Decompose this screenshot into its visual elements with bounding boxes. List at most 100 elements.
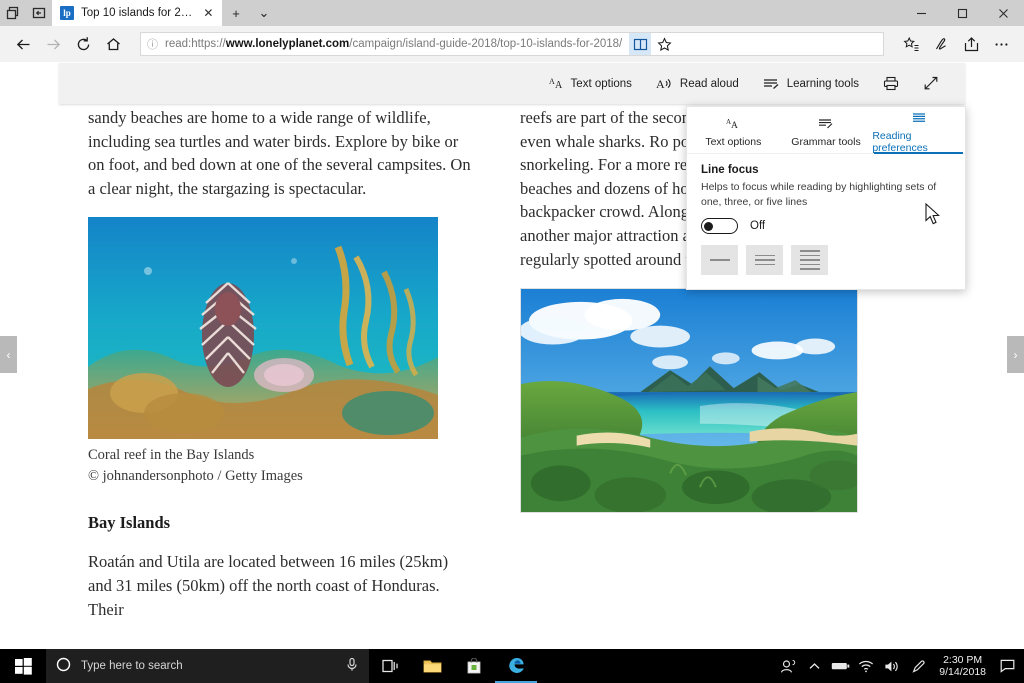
print-icon	[883, 76, 899, 91]
browser-actions	[890, 29, 1016, 59]
mouse-cursor	[925, 202, 942, 231]
read-aloud-label: Read aloud	[679, 77, 739, 90]
file-explorer-icon[interactable]	[411, 649, 453, 683]
flyout-tab-label: Grammar tools	[791, 135, 861, 148]
minimize-button[interactable]	[901, 0, 942, 26]
caption-credit: © johnandersonphoto / Getty Images	[88, 468, 303, 485]
learning-tools-icon	[763, 76, 780, 91]
address-bar-icons	[629, 33, 675, 55]
flyout-tab-text-options[interactable]: AA Text options	[687, 107, 780, 153]
cortana-icon	[56, 657, 71, 675]
line-focus-toggle-label: Off	[750, 220, 766, 232]
caption-text: Coral reef in the Bay Islands	[88, 447, 255, 464]
flyout-tab-reading-preferences[interactable]: Reading preferences	[872, 107, 965, 154]
fullscreen-icon	[923, 76, 939, 91]
maximize-button[interactable]	[942, 0, 983, 26]
taskbar-clock[interactable]: 2:30 PM 9/14/2018	[931, 654, 994, 679]
svg-text:A: A	[731, 121, 738, 130]
start-button[interactable]	[0, 649, 46, 683]
pen-workspace-icon[interactable]	[905, 649, 931, 683]
clock-time: 2:30 PM	[943, 653, 983, 666]
learning-tools-button[interactable]: Learning tools	[751, 63, 871, 104]
edge-browser-icon[interactable]	[495, 649, 537, 683]
window-controls	[901, 0, 1024, 26]
taskbar: Type here to search 2:30 PM 9/14/2018	[0, 649, 1024, 683]
section-heading: Bay Islands	[88, 513, 171, 533]
wifi-icon[interactable]	[853, 649, 879, 683]
line-focus-heading: Line focus	[701, 164, 759, 176]
show-hidden-icons-icon[interactable]	[801, 649, 827, 683]
back-icon[interactable]	[8, 29, 38, 59]
line-focus-description: Helps to focus while reading by highligh…	[701, 181, 937, 208]
text-options-icon: AA	[725, 117, 741, 133]
learning-tools-flyout: AA Text options Grammar tools Reading pr…	[686, 106, 966, 290]
address-bar[interactable]: ⓘ read:https://www.lonelyplanet.com/camp…	[140, 32, 884, 56]
people-icon[interactable]	[775, 649, 801, 683]
article-column-left: sandy beaches are home to a wide range o…	[88, 106, 474, 638]
flyout-tab-grammar-tools[interactable]: Grammar tools	[780, 107, 873, 153]
island-lagoon-image	[520, 288, 858, 514]
new-tab-button[interactable]: +	[222, 0, 250, 26]
more-options-icon[interactable]	[986, 29, 1016, 59]
read-aloud-button[interactable]: A Read aloud	[644, 63, 751, 104]
preset-one-line[interactable]	[701, 245, 738, 275]
reading-view-pane: AA Text options A Read aloud Learning to…	[0, 62, 1024, 649]
flyout-tab-list: AA Text options Grammar tools Reading pr…	[687, 107, 965, 154]
browser-window: lp Top 10 islands for 2018 ✕ + ⌄ ⓘ read:…	[0, 0, 1024, 683]
line-focus-toggle-row: Off	[701, 218, 951, 234]
text-options-button[interactable]: AA Text options	[537, 63, 644, 104]
figure-coral-reef: Coral reef in the Bay Islands © johnande…	[88, 217, 474, 487]
add-favorite-icon[interactable]	[653, 33, 675, 55]
reading-view-icon[interactable]	[629, 33, 652, 55]
paragraph-left-2: Roatán and Utila are located between 16 …	[88, 552, 449, 619]
preset-three-lines[interactable]	[746, 245, 783, 275]
text-options-icon: AA	[549, 76, 564, 91]
title-bar: lp Top 10 islands for 2018 ✕ + ⌄	[0, 0, 1024, 26]
set-tabs-aside-icon[interactable]	[26, 0, 52, 26]
site-info-icon[interactable]: ⓘ	[147, 36, 158, 52]
restore-tabs-icon[interactable]	[0, 0, 26, 26]
line-focus-panel: Line focus Helps to focus while reading …	[687, 154, 965, 275]
clock-date: 9/14/2018	[939, 666, 986, 678]
figure-caption: Coral reef in the Bay Islands © johnande…	[88, 445, 474, 487]
toggle-knob	[704, 221, 713, 231]
make-a-note-icon[interactable]	[926, 29, 956, 59]
line-focus-presets	[701, 245, 951, 275]
share-icon[interactable]	[956, 29, 986, 59]
print-button[interactable]	[871, 63, 911, 104]
reading-preferences-icon	[911, 111, 927, 127]
system-tray: 2:30 PM 9/14/2018	[775, 649, 1024, 683]
preset-five-lines[interactable]	[791, 245, 828, 275]
address-bar-url: read:https://www.lonelyplanet.com/campai…	[165, 38, 623, 50]
browser-tab[interactable]: lp Top 10 islands for 2018 ✕	[52, 0, 222, 26]
reading-view-toolbar: AA Text options A Read aloud Learning to…	[59, 63, 965, 104]
microsoft-store-icon[interactable]	[453, 649, 495, 683]
favicon-lonely-planet: lp	[60, 6, 74, 20]
task-view-icon[interactable]	[369, 649, 411, 683]
action-center-icon[interactable]	[994, 649, 1020, 683]
svg-text:A: A	[656, 77, 665, 91]
tab-title: Top 10 islands for 2018	[81, 7, 194, 19]
flyout-tab-label: Reading preferences	[872, 129, 928, 154]
close-button[interactable]	[983, 0, 1024, 26]
paragraph-left-1: sandy beaches are home to a wide range o…	[88, 108, 471, 198]
battery-icon[interactable]	[827, 649, 853, 683]
favorites-hub-icon[interactable]	[896, 29, 926, 59]
text-options-label: Text options	[570, 77, 632, 90]
read-aloud-icon: A	[656, 76, 673, 91]
figure-island-lagoon	[520, 288, 906, 514]
flyout-tab-label: Text options	[705, 135, 762, 148]
line-focus-toggle[interactable]	[701, 218, 738, 234]
forward-icon[interactable]	[38, 29, 68, 59]
microphone-icon[interactable]	[345, 657, 359, 675]
chevron-down-icon[interactable]: ⌄	[250, 0, 278, 26]
svg-text:A: A	[555, 80, 563, 91]
volume-icon[interactable]	[879, 649, 905, 683]
close-tab-icon[interactable]: ✕	[201, 7, 216, 19]
home-icon[interactable]	[98, 29, 128, 59]
taskbar-search-box[interactable]: Type here to search	[46, 649, 369, 683]
grammar-tools-icon	[818, 117, 834, 133]
refresh-icon[interactable]	[68, 29, 98, 59]
fullscreen-button[interactable]	[911, 63, 951, 104]
learning-tools-label: Learning tools	[786, 77, 859, 90]
